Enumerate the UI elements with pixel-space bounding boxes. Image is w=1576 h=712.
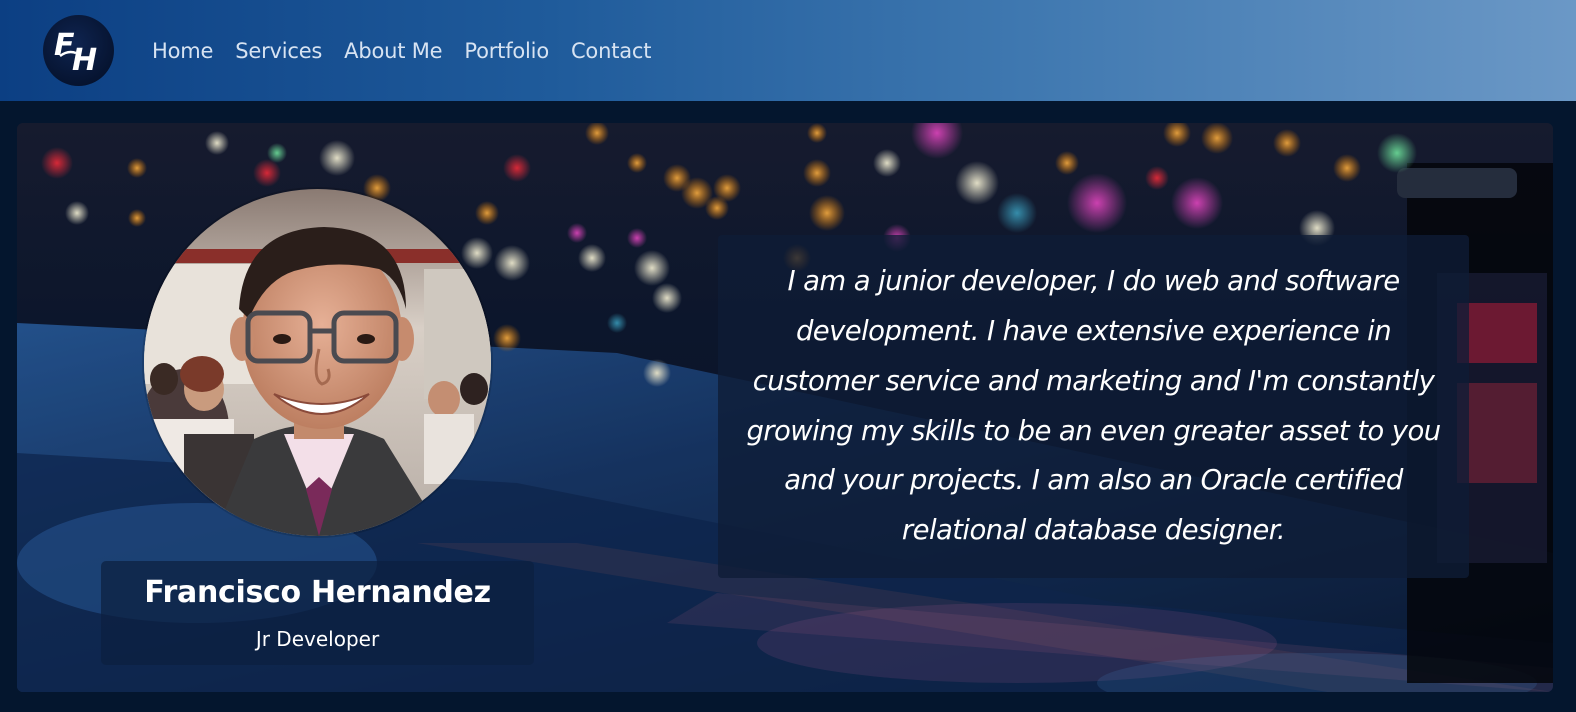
navbar: F H Home Services About Me Portfolio Con… [0,0,1576,101]
nav-link-contact[interactable]: Contact [571,36,652,66]
bio-card: I am a junior developer, I do web and so… [718,235,1469,578]
nav-link-services[interactable]: Services [235,36,322,66]
bio-text: I am a junior developer, I do web and so… [746,265,1441,546]
fh-monogram-logo-icon: F H [54,28,97,78]
profile-photo [144,189,491,536]
profile-name-card: Francisco Hernandez Jr Developer [101,561,534,665]
nav-link-portfolio[interactable]: Portfolio [464,36,549,66]
svg-text:H: H [72,43,97,78]
portrait-photo-image [144,189,491,536]
logo[interactable]: F H [43,15,114,86]
hero-section: Francisco Hernandez Jr Developer I am a … [17,123,1553,692]
main-nav: Home Services About Me Portfolio Contact [152,36,673,66]
profile-name: Francisco Hernandez [144,575,491,610]
nav-link-about-me[interactable]: About Me [344,36,442,66]
nav-link-home[interactable]: Home [152,36,213,66]
profile-role: Jr Developer [255,627,380,651]
